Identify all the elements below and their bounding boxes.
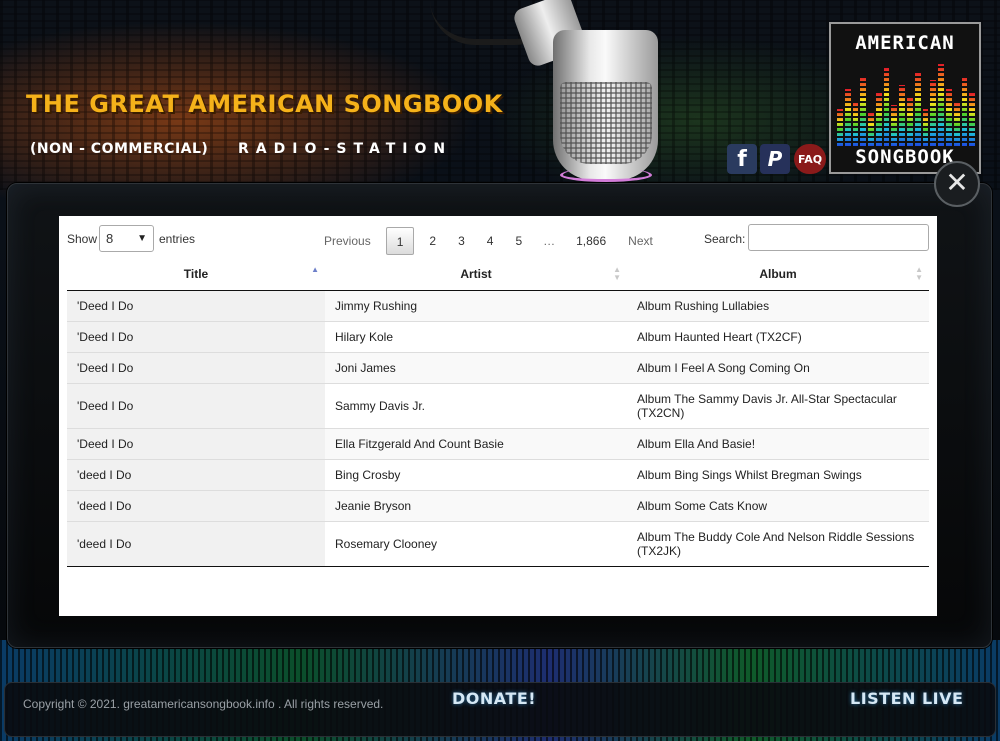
subtitle-radio-station: RADIO-STATION (238, 141, 453, 157)
table-row[interactable]: 'deed I Do Bing Crosby Album Bing Sings … (67, 458, 929, 490)
cell-artist: Hilary Kole (325, 320, 627, 352)
table-row[interactable]: 'Deed I Do Ella Fitzgerald And Count Bas… (67, 427, 929, 459)
pagination-ellipsis: … (543, 234, 556, 248)
american-songbook-logo[interactable]: AMERICAN SONGBOOK (829, 22, 981, 174)
column-header-artist[interactable]: Artist ▲ ▼ (325, 259, 627, 291)
footer-bar: Copyright © 2021. greatamericansongbook.… (4, 682, 996, 737)
songs-table-panel: Show 8 ▼ entries Previous 1 2 3 4 5 … 1,… (59, 216, 937, 616)
table-row[interactable]: 'Deed I Do Sammy Davis Jr. Album The Sam… (67, 382, 929, 428)
cell-artist: Sammy Davis Jr. (325, 382, 627, 428)
logo-text-top: AMERICAN (855, 32, 955, 54)
pagination-page[interactable]: 2 (418, 227, 447, 255)
cell-title: 'Deed I Do (67, 320, 325, 352)
table-row[interactable]: 'deed I Do Rosemary Clooney Album The Bu… (67, 520, 929, 567)
cell-artist: Rosemary Clooney (325, 520, 627, 567)
show-label: Show (67, 232, 98, 246)
table-row[interactable]: 'deed I Do Jeanie Bryson Album Some Cats… (67, 489, 929, 521)
search-label: Search: (704, 232, 746, 246)
cell-title: 'Deed I Do (67, 382, 325, 428)
microphone-ring (560, 168, 652, 182)
pagination-previous[interactable]: Previous (313, 227, 382, 255)
cell-artist: Jimmy Rushing (325, 290, 627, 321)
cell-artist: Jeanie Bryson (325, 489, 627, 521)
sort-ascending-icon: ▲ (311, 265, 319, 274)
column-header-label: Artist (460, 267, 492, 282)
cell-title: 'deed I Do (67, 458, 325, 490)
column-header-title[interactable]: Title ▲ (67, 259, 325, 291)
pagination-last-page[interactable]: 1,866 (565, 227, 617, 255)
pagination-page[interactable]: 3 (447, 227, 476, 255)
entries-label: entries (159, 232, 196, 246)
cell-album: Album Haunted Heart (TX2CF) (627, 320, 929, 352)
listen-live-button[interactable]: LISTEN LIVE (850, 689, 963, 708)
pagination-next[interactable]: Next (617, 227, 664, 255)
cell-album: Album Bing Sings Whilst Bregman Swings (627, 458, 929, 490)
cell-artist: Ella Fitzgerald And Count Basie (325, 427, 627, 459)
page-length-value: 8 (106, 231, 114, 246)
cell-album: Album I Feel A Song Coming On (627, 351, 929, 383)
close-button[interactable]: ✕ (934, 161, 980, 207)
cell-album: Album Rushing Lullabies (627, 290, 929, 321)
table-row[interactable]: 'Deed I Do Jimmy Rushing Album Rushing L… (67, 290, 929, 321)
pagination: Previous 1 2 3 4 5 … 1,866 Next (313, 227, 664, 255)
microphone-grille (560, 82, 652, 164)
table-controls: Show 8 ▼ entries Previous 1 2 3 4 5 … 1,… (59, 216, 937, 261)
table-header-row: Title ▲ Artist ▲ ▼ Album ▲ ▼ (67, 259, 929, 291)
cell-artist: Joni James (325, 351, 627, 383)
cell-title: 'Deed I Do (67, 427, 325, 459)
column-header-album[interactable]: Album ▲ ▼ (627, 259, 929, 291)
cell-artist: Bing Crosby (325, 458, 627, 490)
songs-table: Title ▲ Artist ▲ ▼ Album ▲ ▼ 'Deed I Do Ji… (67, 259, 929, 567)
cell-album: Album The Buddy Cole And Nelson Riddle S… (627, 520, 929, 567)
cell-album: Album Some Cats Know (627, 489, 929, 521)
cell-album: Album The Sammy Davis Jr. All-Star Spect… (627, 382, 929, 428)
column-header-label: Title (183, 267, 209, 282)
column-header-label: Album (759, 267, 797, 282)
donate-button[interactable]: DONATE! (452, 689, 536, 708)
table-row[interactable]: 'Deed I Do Hilary Kole Album Haunted Hea… (67, 320, 929, 352)
cell-title: 'Deed I Do (67, 351, 325, 383)
pagination-page[interactable]: 5 (504, 227, 533, 255)
cell-title: 'deed I Do (67, 489, 325, 521)
facebook-icon[interactable]: f (727, 144, 757, 174)
subtitle-non-commercial: (NON - COMMERCIAL) (30, 141, 209, 157)
search-input[interactable] (748, 224, 929, 251)
site-title: THE GREAT AMERICAN SONGBOOK (26, 90, 503, 118)
paypal-icon[interactable]: P (760, 144, 790, 174)
cell-album: Album Ella And Basie! (627, 427, 929, 459)
page-length-select[interactable]: 8 ▼ (99, 225, 154, 252)
pagination-page[interactable]: 4 (476, 227, 505, 255)
sort-icon: ▲ ▼ (613, 265, 621, 282)
faq-button[interactable]: FAQ (794, 144, 826, 174)
sort-icon: ▲ ▼ (915, 265, 923, 282)
cell-title: 'deed I Do (67, 520, 325, 567)
copyright-text: Copyright © 2021. greatamericansongbook.… (23, 697, 384, 711)
table-row[interactable]: 'Deed I Do Joni James Album I Feel A Son… (67, 351, 929, 383)
pagination-page[interactable]: 1 (385, 227, 415, 255)
chevron-down-icon: ▼ (137, 233, 147, 244)
cell-title: 'Deed I Do (67, 290, 325, 321)
logo-equalizer (837, 64, 976, 146)
